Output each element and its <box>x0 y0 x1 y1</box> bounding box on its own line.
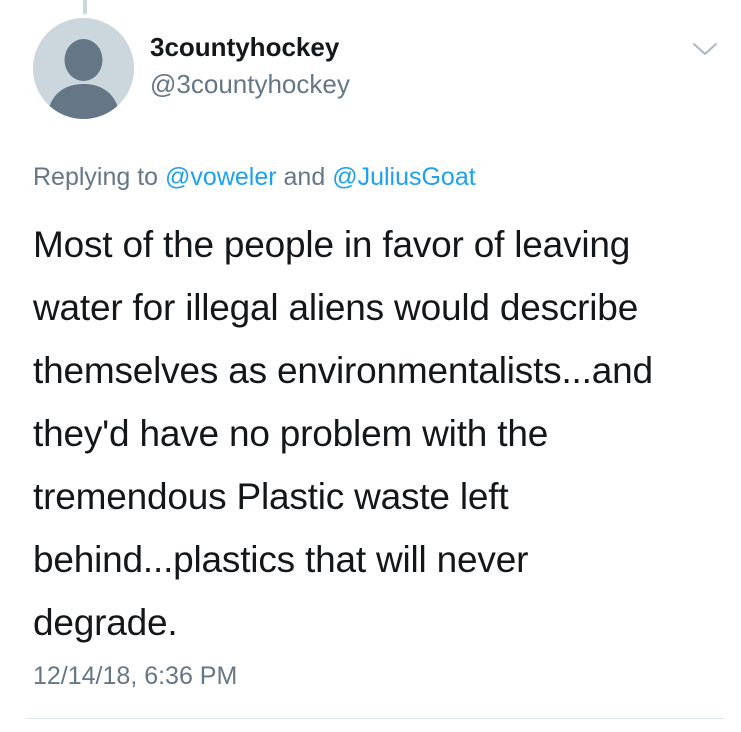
tweet-text-line: degrade. <box>33 602 178 643</box>
tweet-text: Most of the people in favor of leaving w… <box>33 213 723 654</box>
mention-link-juliusgoat[interactable]: @JuliusGoat <box>332 163 476 191</box>
mention-link-voweler[interactable]: @voweler <box>165 163 277 191</box>
avatar[interactable] <box>33 18 134 119</box>
tweet-text-line: themselves as environmentalists...and <box>33 350 653 391</box>
replying-and-label: and <box>283 163 326 191</box>
replying-to-line: Replying to @voweler and @JuliusGoat <box>33 163 476 192</box>
tweet-text-line: they'd have no problem with the <box>33 413 549 454</box>
display-name[interactable]: 3countyhockey <box>150 32 339 63</box>
tweet-text-line: Most of the people in favor of leaving <box>33 224 631 265</box>
thread-connector-line <box>83 0 87 14</box>
default-avatar-icon <box>33 18 134 119</box>
tweet-text-line: tremendous Plastic waste left <box>33 476 509 517</box>
tweet-menu-button[interactable] <box>691 38 719 60</box>
tweet-text-line: water for illegal aliens would describe <box>33 287 639 328</box>
user-handle[interactable]: @3countyhockey <box>150 69 350 100</box>
chevron-down-icon <box>693 43 717 55</box>
replying-to-label: Replying to <box>33 163 159 191</box>
tweet-timestamp[interactable]: 12/14/18, 6:36 PM <box>33 662 237 691</box>
divider <box>26 718 724 719</box>
tweet-text-line: behind...plastics that will never <box>33 539 529 580</box>
